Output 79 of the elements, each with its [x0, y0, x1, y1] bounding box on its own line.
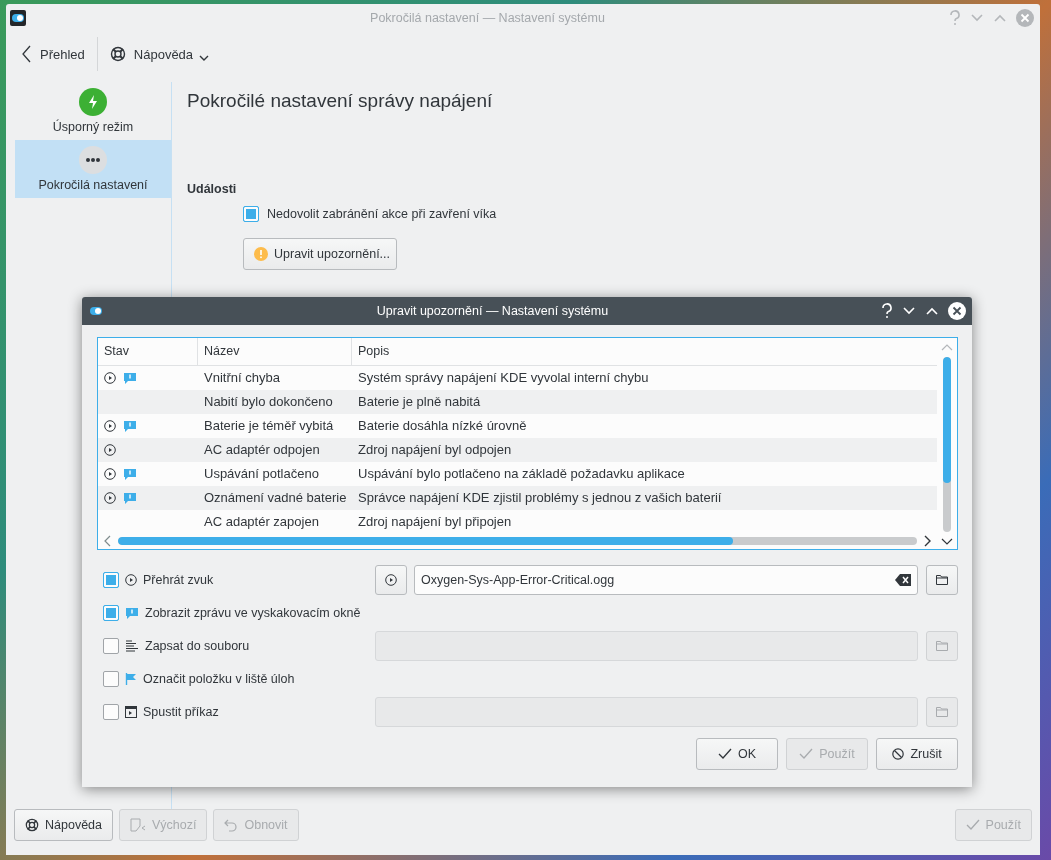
- column-header[interactable]: Stav: [98, 338, 198, 365]
- horizontal-scrollbar[interactable]: [118, 537, 917, 546]
- table-cell-text: Uspávání potlačeno: [203, 465, 320, 484]
- check-icon: [717, 748, 732, 760]
- table-cell-text: Správce napájení KDE zjistil problémy s jednou z vašich baterií: [357, 489, 723, 508]
- table-cell-text: AC adaptér zapojen: [203, 513, 320, 532]
- check-icon: [799, 748, 814, 760]
- terminal-icon: [125, 706, 137, 718]
- dialog-title: Upravit upozornění — Nastavení systému: [375, 304, 610, 318]
- clear-icon[interactable]: [895, 574, 911, 586]
- ok-button[interactable]: OK: [696, 738, 778, 770]
- checkbox-label: Nedovolit zabránění akce při zavření víka: [267, 207, 497, 221]
- table-cell-text: Baterie je téměř vybitá: [203, 417, 335, 436]
- folder-icon: [936, 707, 948, 717]
- flag-icon: [125, 673, 137, 685]
- checkbox[interactable]: [103, 638, 119, 654]
- action-label: Přehrát zvuk: [143, 573, 214, 587]
- table-cell-text: Uspávání bylo potlačeno na základě požadavku aplikace: [357, 465, 686, 484]
- play-button[interactable]: [375, 565, 407, 595]
- text-lines-icon: [125, 640, 139, 652]
- action-label: Označit položku v liště úloh: [143, 672, 295, 686]
- message-icon: [125, 607, 139, 619]
- table-cell-text: Nabití bylo dokončeno: [203, 393, 334, 412]
- action-label: Spustit příkaz: [143, 705, 219, 719]
- checkbox[interactable]: [243, 206, 259, 222]
- checkbox[interactable]: [103, 605, 119, 621]
- sidebar-item[interactable]: Úsporný režim: [15, 82, 171, 140]
- help-icon[interactable]: [881, 303, 893, 319]
- more-icon: [79, 146, 107, 174]
- check-icon: [965, 819, 980, 831]
- cancel-icon: [892, 748, 905, 760]
- checkbox[interactable]: [103, 572, 119, 588]
- sidebar-item[interactable]: Pokročilá nastavení: [15, 140, 171, 198]
- cancel-button[interactable]: Zrušit: [876, 738, 958, 770]
- table-cell-text: Zdroj napájení byl odpojen: [357, 441, 513, 460]
- back-button[interactable]: Přehled: [20, 41, 91, 67]
- table-cell-text: Systém správy napájení KDE vyvolal interní chybu: [357, 369, 650, 388]
- browse-button[interactable]: [926, 565, 958, 595]
- scroll-up-icon[interactable]: [941, 344, 953, 352]
- folder-icon: [936, 641, 948, 651]
- action-label: Zapsat do souboru: [145, 639, 250, 653]
- window-title: Pokročilá nastavení — Nastavení systému: [369, 11, 606, 25]
- play-icon: [385, 574, 397, 586]
- lifebuoy-icon: [109, 46, 126, 62]
- play-icon: [125, 574, 137, 586]
- configure-notifications-button[interactable]: Upravit upozornění...: [243, 238, 398, 270]
- undo-icon: [224, 818, 239, 832]
- page-heading: Pokročilé nastavení správy napájení: [187, 90, 494, 112]
- chevron-left-icon: [22, 45, 32, 63]
- table-cell-text: Oznámení vadné baterie: [203, 489, 348, 508]
- folder-icon: [936, 575, 948, 585]
- checkbox[interactable]: [103, 671, 119, 687]
- lifebuoy-icon: [25, 818, 39, 832]
- field-value: Oxygen-Sys-App-Error-Critical.ogg: [421, 573, 615, 587]
- checkbox[interactable]: [103, 704, 119, 720]
- scroll-left-icon[interactable]: [104, 535, 112, 548]
- sound-file-field[interactable]: Oxygen-Sys-App-Error-Critical.ogg: [414, 565, 918, 595]
- column-header[interactable]: Popis: [352, 338, 937, 365]
- table-cell-text: Baterie je plně nabitá: [357, 393, 482, 412]
- file-path-field[interactable]: [375, 631, 918, 661]
- scroll-down-icon[interactable]: [941, 537, 953, 545]
- command-field[interactable]: [375, 697, 918, 727]
- vertical-scrollbar[interactable]: [943, 357, 951, 532]
- document-icon: [130, 818, 146, 832]
- table-cell-text: Baterie dosáhla nízké úrovně: [357, 417, 528, 436]
- column-header[interactable]: Název: [198, 338, 352, 365]
- table-cell-text: Zdroj napájení byl připojen: [357, 513, 513, 532]
- action-label: Zobrazit zprávu ve vyskakovacím okně: [145, 606, 361, 620]
- table-cell-text: Vnitřní chyba: [203, 369, 281, 388]
- section-title: Události: [187, 182, 238, 196]
- close-icon[interactable]: [948, 302, 966, 320]
- toggle-icon: [10, 10, 26, 26]
- table-cell-text: AC adaptér odpojen: [203, 441, 321, 460]
- help-button[interactable]: Nápověda: [14, 809, 113, 841]
- warning-icon: [254, 247, 268, 261]
- caret-icon: [199, 55, 210, 61]
- help-menu-button[interactable]: Nápověda: [107, 42, 216, 66]
- scroll-right-icon[interactable]: [923, 535, 931, 548]
- lightning-icon: [79, 88, 107, 116]
